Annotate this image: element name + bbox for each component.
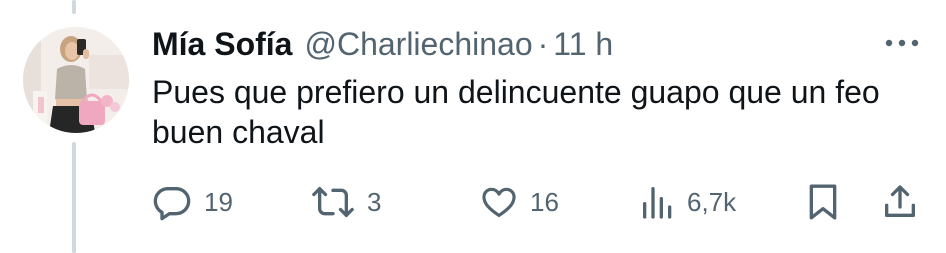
heart-icon <box>482 187 516 218</box>
reply-count: 19 <box>204 186 233 217</box>
tweet-text: Pues que prefiero un delincuente guapo q… <box>152 74 880 150</box>
tweet-header: Mía Sofía @Charliechinao · 11 h <box>152 24 613 64</box>
share-icon <box>885 185 915 217</box>
more-horizontal-icon <box>885 39 919 47</box>
bookmark-icon <box>809 184 837 220</box>
separator-dot: · <box>537 26 549 62</box>
thread-line-top <box>72 0 76 14</box>
reply-button[interactable]: 19 <box>152 182 233 222</box>
tweet[interactable]: Mía Sofía @Charliechinao · 11 h Pues que… <box>0 0 946 253</box>
retweet-count: 3 <box>367 186 382 217</box>
views-button[interactable]: 6,7k <box>641 182 736 222</box>
timestamp[interactable]: 11 h <box>553 24 613 64</box>
retweet-icon <box>312 187 354 217</box>
avatar-photo <box>23 27 129 133</box>
like-button[interactable]: 16 <box>480 182 559 222</box>
reply-icon <box>153 187 191 221</box>
avatar[interactable] <box>23 27 129 133</box>
more-button[interactable] <box>880 28 924 58</box>
views-bar-chart-icon <box>643 187 672 219</box>
author-handle[interactable]: @Charliechinao <box>304 24 532 64</box>
like-count: 16 <box>530 186 559 217</box>
share-button[interactable] <box>880 182 920 222</box>
author-display-name[interactable]: Mía Sofía <box>152 24 292 64</box>
retweet-button[interactable]: 3 <box>311 182 381 222</box>
views-count: 6,7k <box>687 186 737 217</box>
thread-line-bottom <box>72 142 76 253</box>
bookmark-button[interactable] <box>806 182 840 222</box>
